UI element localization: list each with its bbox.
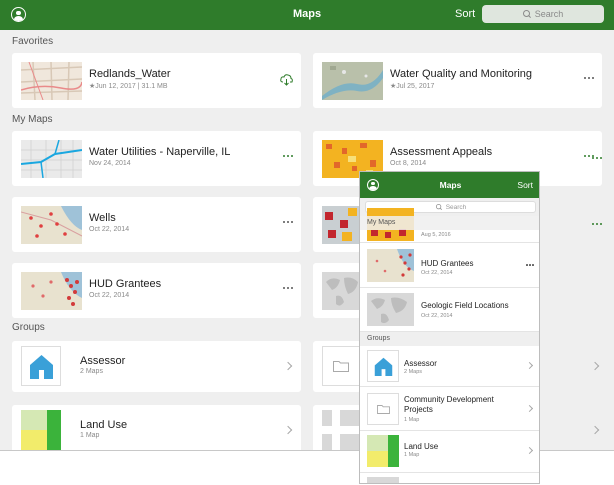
map-title: Wells — [89, 212, 116, 224]
more-icon[interactable] — [584, 77, 594, 80]
folder-icon — [377, 405, 390, 414]
more-icon[interactable] — [283, 221, 293, 224]
group-title: Land Use — [404, 442, 439, 451]
group-list-item[interactable]: Community Development Projects 1 Map — [360, 387, 539, 431]
group-card-partial[interactable] — [313, 405, 361, 450]
top-bar: Maps Sort — [360, 172, 539, 198]
map-meta: ★Jun 12, 2017 | 31.1 MB — [89, 83, 168, 90]
group-meta: 1 Map — [404, 417, 420, 423]
search-icon — [435, 204, 442, 210]
more-icon[interactable] — [283, 287, 293, 290]
favorite-card[interactable]: Redlands_Water ★Jun 12, 2017 | 31.1 MB — [12, 53, 301, 108]
map-thumbnail — [322, 62, 383, 100]
chevron-right-icon — [525, 446, 534, 455]
more-icon[interactable] — [592, 223, 602, 226]
map-thumbnail — [21, 272, 82, 310]
map-title: HUD Grantees — [89, 278, 162, 290]
search-placeholder: Search — [534, 9, 564, 19]
group-meta: 2 Maps — [80, 368, 103, 375]
map-meta: Nov 24, 2014 — [89, 160, 131, 167]
map-meta: Oct 22, 2014 — [421, 313, 453, 319]
group-list-item[interactable]: Assessor 2 Maps — [360, 346, 539, 387]
map-title: Redlands_Water — [89, 68, 171, 80]
section-my-maps: My Maps — [360, 216, 539, 230]
group-meta: 1 Map — [80, 432, 100, 439]
chevron-right-icon — [283, 361, 293, 371]
map-meta: Oct 22, 2014 — [89, 292, 130, 299]
map-thumbnail — [322, 272, 361, 310]
more-icon[interactable] — [592, 157, 602, 160]
search-icon — [522, 10, 531, 18]
search-placeholder: Search — [445, 203, 467, 211]
group-thumbnail — [21, 410, 61, 450]
chevron-right-icon — [525, 404, 534, 413]
map-card[interactable]: HUD Grantees Oct 22, 2014 — [12, 263, 301, 318]
group-meta: 2 Maps — [404, 369, 423, 375]
group-title: Assessor — [404, 359, 437, 368]
map-meta: Oct 22, 2014 — [421, 270, 453, 276]
list-item-partial[interactable] — [360, 473, 539, 483]
group-title: Assessor — [80, 355, 126, 367]
map-card-partial[interactable] — [313, 263, 361, 318]
group-thumbnail — [367, 435, 399, 467]
map-thumbnail — [21, 62, 82, 100]
section-groups: Groups — [360, 332, 539, 346]
group-card[interactable]: Assessor 2 Maps — [12, 341, 301, 392]
sort-button[interactable]: Sort — [455, 8, 475, 20]
section-favorites: Favorites — [12, 36, 54, 47]
favorite-card[interactable]: Water Quality and Monitoring ★Jul 25, 20… — [313, 53, 602, 108]
top-bar: Maps Sort Search — [0, 0, 614, 30]
map-title: Water Quality and Monitoring — [390, 68, 533, 80]
group-thumbnail — [322, 410, 361, 450]
map-meta: Oct 8, 2014 — [390, 160, 427, 167]
page-title: Maps — [439, 180, 462, 190]
map-thumbnail — [322, 206, 361, 244]
chevron-right-icon — [590, 425, 600, 435]
map-card[interactable]: Wells Oct 22, 2014 — [12, 197, 301, 252]
section-label: Groups — [367, 335, 390, 342]
phone-view: Maps Sort Search Aug 5, 2016 My Maps HUD… — [359, 171, 540, 484]
map-title: Assessment Appeals — [390, 146, 493, 158]
section-label: My Maps — [367, 219, 396, 226]
sort-button[interactable]: Sort — [517, 180, 533, 190]
more-icon[interactable] — [526, 264, 534, 267]
group-thumbnail — [367, 393, 399, 425]
group-title: Community Development Projects — [404, 395, 494, 414]
map-card[interactable]: Water Utilities - Naperville, IL Nov 24,… — [12, 131, 301, 186]
house-icon — [374, 357, 393, 376]
list-item[interactable]: Geologic Field Locations Oct 22, 2014 — [360, 288, 539, 332]
group-thumbnail — [367, 477, 399, 483]
group-meta: 1 Map — [404, 452, 420, 458]
list-item[interactable]: HUD Grantees Oct 22, 2014 — [360, 243, 539, 288]
map-meta: Oct 22, 2014 — [89, 226, 130, 233]
house-icon — [30, 355, 53, 379]
map-thumbnail — [21, 140, 82, 178]
map-thumbnail — [21, 206, 82, 244]
map-card-partial[interactable] — [313, 197, 361, 252]
map-title: HUD Grantees — [421, 259, 474, 268]
group-card[interactable]: Land Use 1 Map — [12, 405, 301, 450]
group-card-partial[interactable] — [313, 341, 361, 392]
section-my-maps: My Maps — [12, 114, 53, 125]
group-thumbnail — [322, 346, 361, 386]
map-title: Geologic Field Locations — [421, 301, 509, 310]
search-input[interactable]: Search — [482, 5, 604, 23]
folder-icon — [333, 361, 349, 372]
map-title: Water Utilities - Naperville, IL — [89, 146, 231, 158]
chevron-right-icon — [590, 361, 600, 371]
group-thumbnail — [367, 350, 399, 382]
map-thumbnail — [367, 249, 414, 282]
map-thumbnail — [367, 293, 414, 326]
group-thumbnail — [21, 346, 61, 386]
map-meta: ★Jul 25, 2017 — [390, 83, 435, 90]
chevron-right-icon — [525, 361, 534, 370]
download-icon[interactable] — [280, 73, 293, 86]
map-meta: Aug 5, 2016 — [421, 232, 451, 238]
group-title: Land Use — [80, 419, 128, 431]
more-icon[interactable] — [283, 155, 293, 158]
group-list-item[interactable]: Land Use 1 Map — [360, 431, 539, 473]
section-groups: Groups — [12, 322, 45, 333]
chevron-right-icon — [283, 425, 293, 435]
